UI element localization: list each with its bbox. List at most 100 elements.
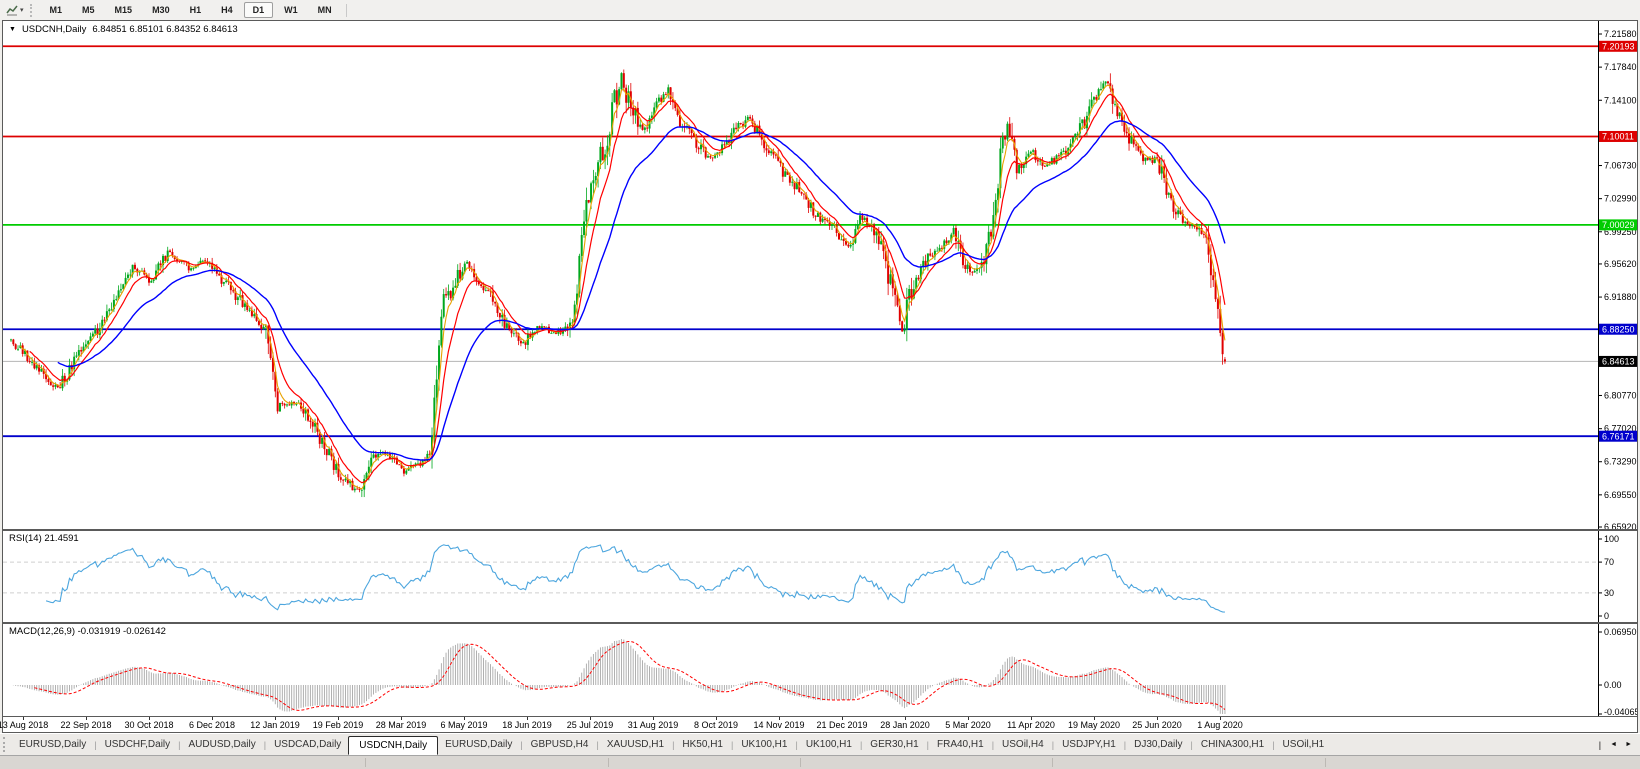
tab-eurusd-daily[interactable]: EURUSD,Daily xyxy=(438,736,519,753)
timeframe-button-m5[interactable]: M5 xyxy=(73,2,104,18)
chart-window: 7.215807.178407.141007.067307.029906.992… xyxy=(2,20,1638,733)
date-label: 11 Apr 2020 xyxy=(1003,720,1059,730)
chart-tool-button[interactable]: ▾ xyxy=(3,2,26,18)
svg-text:6.91880: 6.91880 xyxy=(1604,292,1637,302)
date-label: 6 May 2019 xyxy=(436,720,492,730)
timeframe-button-mn[interactable]: MN xyxy=(309,2,341,18)
tab-eurusd-daily[interactable]: EURUSD,Daily xyxy=(12,736,93,753)
time-axis[interactable]: 13 Aug 2018 22 Sep 2018 30 Oct 2018 6 Dec 2… xyxy=(3,716,1637,732)
svg-text:30: 30 xyxy=(1604,588,1614,598)
tab-usdcad-daily[interactable]: USDCAD,Daily xyxy=(267,736,348,753)
timeframe-button-m1[interactable]: M1 xyxy=(41,2,72,18)
svg-text:6.95620: 6.95620 xyxy=(1604,259,1637,269)
tab-gbpusd-h4[interactable]: GBPUSD,H4 xyxy=(524,736,596,753)
svg-text:7.17840: 7.17840 xyxy=(1604,62,1637,72)
date-label: 21 Dec 2019 xyxy=(814,720,870,730)
tab-usdchf-daily[interactable]: USDCHF,Daily xyxy=(98,736,178,753)
chart-tool-icon xyxy=(5,3,19,17)
date-label: 19 Feb 2019 xyxy=(310,720,366,730)
status-separator xyxy=(1052,758,1053,767)
tab-usoil-h4[interactable]: USOil,H4 xyxy=(995,736,1051,753)
tab-usoil-h1[interactable]: USOil,H1 xyxy=(1276,736,1332,753)
status-bar xyxy=(0,755,1640,769)
date-label: 19 May 2020 xyxy=(1066,720,1122,730)
timeframe-button-w1[interactable]: W1 xyxy=(275,2,307,18)
price-chart[interactable]: 7.215807.178407.141007.067307.029906.992… xyxy=(3,21,1637,529)
svg-text:0: 0 xyxy=(1604,611,1609,621)
rsi-indicator-label: RSI(14) 21.4591 xyxy=(9,533,79,544)
status-separator xyxy=(1325,758,1326,767)
tab-separator: | xyxy=(1598,740,1602,750)
date-label: 8 Oct 2019 xyxy=(688,720,744,730)
svg-text:7.02990: 7.02990 xyxy=(1604,194,1637,204)
date-label: 13 Aug 2018 xyxy=(0,720,51,730)
date-label: 5 Mar 2020 xyxy=(940,720,996,730)
tab-scroll-right-button[interactable]: ► xyxy=(1625,741,1632,748)
svg-text:6.69550: 6.69550 xyxy=(1604,490,1637,500)
tab-scroll-left-button[interactable]: ◄ xyxy=(1610,741,1617,748)
svg-text:6.65920: 6.65920 xyxy=(1604,522,1637,529)
svg-text:6.80770: 6.80770 xyxy=(1604,390,1637,400)
tab-bar-grip[interactable] xyxy=(3,737,7,752)
macd-pane[interactable]: 0.069506 0.00 -0.040655 xyxy=(3,624,1637,716)
svg-text:7.20193: 7.20193 xyxy=(1602,41,1635,51)
rsi-pane[interactable]: 100 70 30 0 xyxy=(3,531,1637,622)
date-label: 25 Jun 2020 xyxy=(1129,720,1185,730)
symbol-tabs: EURUSD,Daily|USDCHF,Daily|AUDUSD,Daily|U… xyxy=(12,735,1331,754)
svg-text:70: 70 xyxy=(1604,557,1614,567)
tab-uk100-h1[interactable]: UK100,H1 xyxy=(799,736,859,753)
svg-text:0.069506: 0.069506 xyxy=(1604,627,1637,637)
date-label: 14 Nov 2019 xyxy=(751,720,807,730)
date-label: 30 Oct 2018 xyxy=(121,720,177,730)
date-label: 12 Jan 2019 xyxy=(247,720,303,730)
toolbar: ▾ M1M5M15M30H1H4D1W1MN xyxy=(0,0,1640,20)
tab-audusd-daily[interactable]: AUDUSD,Daily xyxy=(181,736,262,753)
svg-text:7.10011: 7.10011 xyxy=(1602,132,1634,142)
date-label: 18 Jun 2019 xyxy=(499,720,555,730)
tab-usdjpy-h1[interactable]: USDJPY,H1 xyxy=(1055,736,1123,753)
macd-indicator-label: MACD(12,26,9) -0.031919 -0.026142 xyxy=(9,626,166,637)
toolbar-separator xyxy=(346,4,347,17)
date-label: 1 Aug 2020 xyxy=(1192,720,1248,730)
timeframe-buttons: M1M5M15M30H1H4D1W1MN xyxy=(40,2,342,18)
tab-ger30-h1[interactable]: GER30,H1 xyxy=(863,736,925,753)
chart-ohlc-values: 6.84851 6.85101 6.84352 6.84613 xyxy=(92,24,237,35)
status-separator xyxy=(800,758,801,767)
svg-text:-0.040655: -0.040655 xyxy=(1604,707,1637,716)
svg-text:6.73290: 6.73290 xyxy=(1604,457,1637,467)
svg-text:100: 100 xyxy=(1604,534,1619,544)
timeframe-button-m15[interactable]: M15 xyxy=(106,2,142,18)
date-label: 31 Aug 2019 xyxy=(625,720,681,730)
tab-uk100-h1[interactable]: UK100,H1 xyxy=(734,736,794,753)
timeframe-button-h1[interactable]: H1 xyxy=(181,2,211,18)
tab-fra40-h1[interactable]: FRA40,H1 xyxy=(930,736,991,753)
svg-text:7.00029: 7.00029 xyxy=(1602,220,1635,230)
svg-text:0.00: 0.00 xyxy=(1604,680,1622,690)
toolbar-grip[interactable] xyxy=(30,4,34,17)
timeframe-button-m30[interactable]: M30 xyxy=(143,2,179,18)
date-label: 25 Jul 2019 xyxy=(562,720,618,730)
svg-text:7.21580: 7.21580 xyxy=(1604,29,1637,39)
tab-xauusd-h1[interactable]: XAUUSD,H1 xyxy=(600,736,671,753)
svg-text:7.14100: 7.14100 xyxy=(1604,95,1637,105)
date-label: 22 Sep 2018 xyxy=(58,720,114,730)
status-separator xyxy=(365,758,366,767)
tab-china300-h1[interactable]: CHINA300,H1 xyxy=(1194,736,1271,753)
date-label: 6 Dec 2018 xyxy=(184,720,240,730)
tab-usdcnh-daily[interactable]: USDCNH,Daily xyxy=(348,736,438,755)
svg-text:7.06730: 7.06730 xyxy=(1604,161,1637,171)
timeframe-button-d1[interactable]: D1 xyxy=(244,2,274,18)
svg-text:6.88250: 6.88250 xyxy=(1602,324,1635,334)
chart-title: ▼ USDCNH,Daily 6.84851 6.85101 6.84352 6… xyxy=(9,24,238,35)
collapse-triangle-icon[interactable]: ▼ xyxy=(9,26,16,33)
status-separator xyxy=(608,758,609,767)
timeframe-button-h4[interactable]: H4 xyxy=(212,2,242,18)
date-label: 28 Jan 2020 xyxy=(877,720,933,730)
date-label: 28 Mar 2019 xyxy=(373,720,429,730)
symbol-tab-bar: EURUSD,Daily|USDCHF,Daily|AUDUSD,Daily|U… xyxy=(0,733,1640,755)
chart-symbol-label: USDCNH,Daily xyxy=(22,24,86,35)
chevron-down-icon[interactable]: ▾ xyxy=(20,7,24,14)
tab-dj30-daily[interactable]: DJ30,Daily xyxy=(1127,736,1189,753)
tab-hk50-h1[interactable]: HK50,H1 xyxy=(675,736,730,753)
svg-text:6.84613: 6.84613 xyxy=(1602,357,1635,367)
